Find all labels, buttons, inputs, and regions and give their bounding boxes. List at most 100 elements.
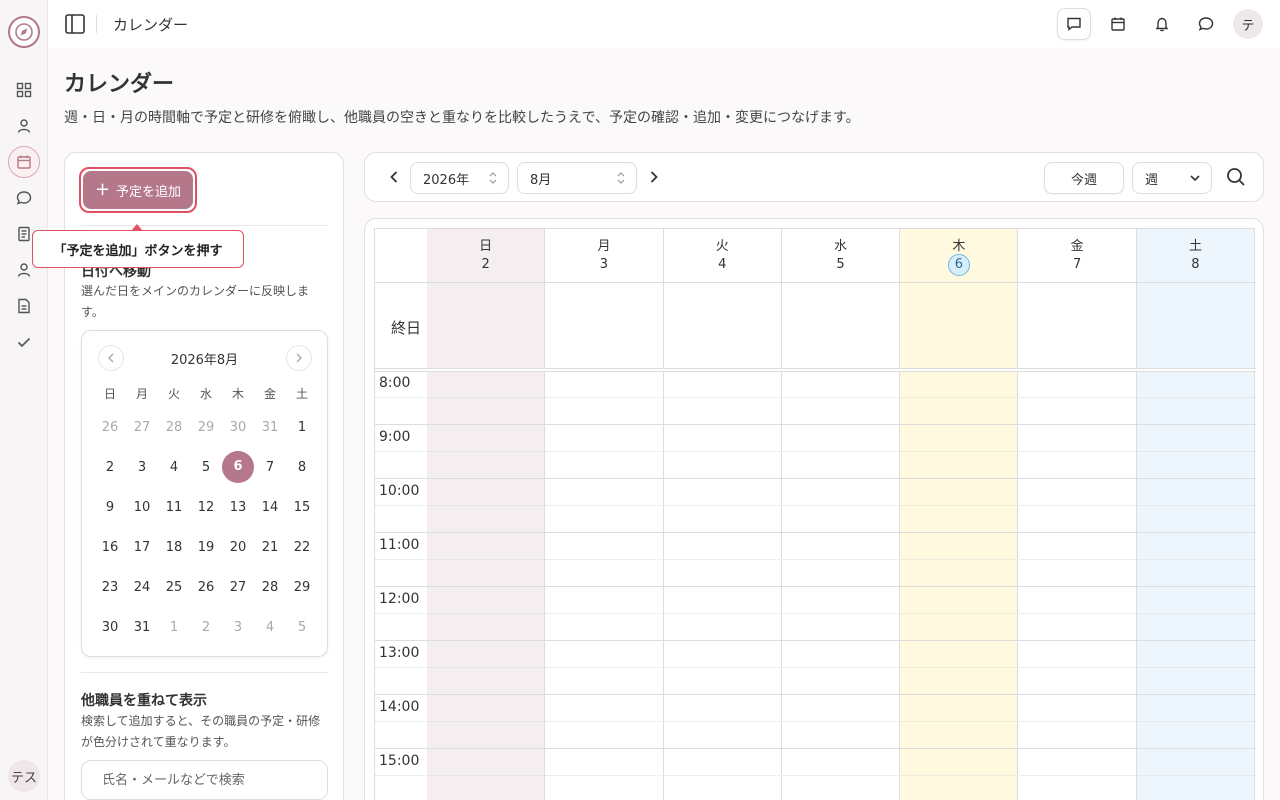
day-cell[interactable]: 29 [190,420,222,435]
day-column[interactable] [782,229,901,800]
day-cell[interactable]: 3 [222,620,254,635]
document-icon[interactable] [14,296,34,316]
day-cell[interactable]: 15 [286,500,318,515]
hour-label: 13:00 [379,645,420,661]
day-cell[interactable]: 5 [286,620,318,635]
day-cell[interactable]: 30 [222,420,254,435]
day-cell[interactable]: 10 [126,500,158,515]
day-cell[interactable]: 27 [222,580,254,595]
day-number: 14 [261,499,279,515]
day-cell[interactable]: 26 [190,580,222,595]
day-column[interactable] [1136,229,1256,800]
day-cell[interactable]: 5 [190,460,222,475]
day-cell[interactable]: 20 [222,540,254,555]
view-value: 週 [1145,172,1159,188]
view-select[interactable]: 週 [1132,162,1212,194]
day-cell[interactable]: 23 [94,580,126,595]
day-header[interactable]: 金7 [1019,229,1137,282]
day-cell[interactable]: 13 [222,500,254,515]
day-cell[interactable]: 27 [126,420,158,435]
day-cell[interactable]: 28 [158,420,190,435]
day-cell[interactable]: 26 [94,420,126,435]
day-cell[interactable]: 19 [190,540,222,555]
staff-search-input[interactable] [81,760,328,800]
calendar-icon[interactable] [1101,8,1135,40]
day-cell[interactable]: 14 [254,500,286,515]
check-icon[interactable] [14,332,34,352]
day-cell[interactable]: 1 [286,420,318,435]
day-number: 1 [297,419,307,435]
day-cell[interactable]: 18 [158,540,190,555]
day-cell[interactable]: 6 [222,451,254,483]
next-month-button[interactable] [286,345,312,371]
chat-icon[interactable] [14,188,34,208]
day-column[interactable] [545,229,664,800]
day-column[interactable] [900,229,1019,800]
day-column[interactable] [664,229,782,800]
weekday-label: 土 [295,386,308,401]
calendar-icon[interactable] [8,146,40,178]
notebook-icon[interactable] [14,224,34,244]
day-cell[interactable]: 2 [190,620,222,635]
day-number: 4 [265,619,275,635]
add-event-button[interactable]: + 予定を追加 [83,171,193,209]
day-cell[interactable]: 25 [158,580,190,595]
day-cell[interactable]: 12 [190,500,222,515]
day-cell[interactable]: 7 [254,460,286,475]
day-cell[interactable]: 3 [126,460,158,475]
prev-week-button[interactable] [385,168,403,186]
day-cell[interactable]: 4 [158,460,190,475]
day-cell[interactable]: 4 [254,620,286,635]
day-header[interactable]: 木6 [900,229,1019,282]
day-number: 7 [265,459,275,475]
day-cell[interactable]: 11 [158,500,190,515]
day-cell[interactable]: 24 [126,580,158,595]
day-header-date: 5 [782,257,899,272]
day-cell[interactable]: 30 [94,620,126,635]
day-cell[interactable]: 1 [158,620,190,635]
day-cell[interactable]: 2 [94,460,126,475]
day-cell[interactable]: 31 [254,420,286,435]
day-cell[interactable]: 31 [126,620,158,635]
day-number: 27 [229,579,247,595]
day-cell[interactable]: 21 [254,540,286,555]
app-logo[interactable] [8,16,40,48]
next-week-button[interactable] [645,168,663,186]
day-cell[interactable]: 9 [94,500,126,515]
search-icon[interactable] [1226,167,1246,187]
day-cell[interactable]: 8 [286,460,318,475]
day-header[interactable]: 月3 [545,229,664,282]
day-column[interactable] [427,229,546,800]
day-cell[interactable]: 28 [254,580,286,595]
day-header[interactable]: 水5 [782,229,901,282]
account-avatar[interactable]: テ [1233,9,1263,39]
user-avatar[interactable]: テス [8,760,40,792]
day-column[interactable] [1019,229,1137,800]
user-icon[interactable] [14,116,34,136]
chat-bubble-icon[interactable] [1189,8,1223,40]
day-header[interactable]: 日2 [427,229,546,282]
day-header[interactable]: 土8 [1137,229,1256,282]
sidebar-toggle-icon[interactable] [64,13,86,39]
user-icon[interactable] [14,260,34,280]
hour-label: 8:00 [379,375,411,391]
grid-line [375,424,1256,425]
day-cell[interactable]: 16 [94,540,126,555]
day-cell[interactable]: 29 [286,580,318,595]
bell-icon[interactable] [1145,8,1179,40]
grid-line [375,451,1256,452]
message-square-icon[interactable] [1057,8,1091,40]
grid-line [375,368,1256,372]
hour-label: 12:00 [379,591,420,607]
this-week-button[interactable]: 今週 [1044,162,1124,194]
dashboard-icon[interactable] [14,80,34,100]
day-cell[interactable]: 22 [286,540,318,555]
day-number: 29 [293,579,311,595]
day-header-weekday: 木 [952,239,966,254]
month-select[interactable]: 8月 [517,162,637,194]
day-header[interactable]: 火4 [664,229,782,282]
plus-icon: + [94,179,111,200]
day-number: 1 [169,619,179,635]
day-cell[interactable]: 17 [126,540,158,555]
year-select[interactable]: 2026年 [410,162,509,194]
